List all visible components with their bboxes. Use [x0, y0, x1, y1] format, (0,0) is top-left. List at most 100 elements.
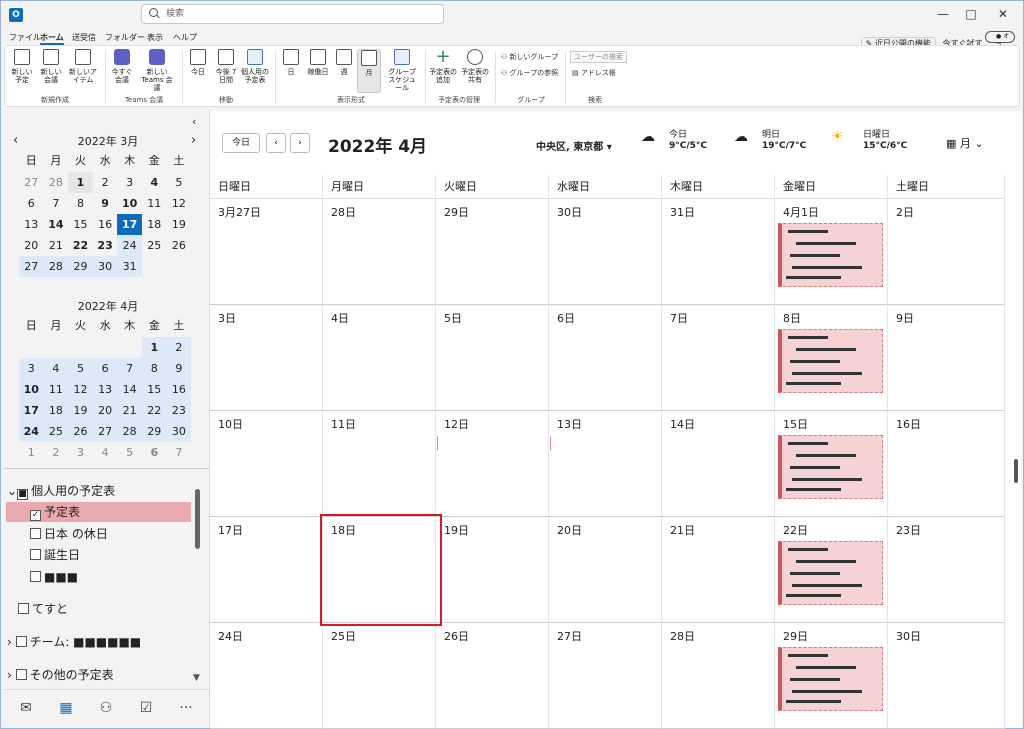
mini-cal-day[interactable]: 1: [141, 337, 167, 358]
weather-tomorrow[interactable]: ☁ 明日 19°C/7°C: [734, 130, 806, 152]
day-cell[interactable]: 25日: [323, 623, 436, 729]
day-cell[interactable]: 29日: [436, 199, 549, 305]
mini-cal-day[interactable]: 12: [167, 193, 192, 214]
day-cell[interactable]: 16日: [888, 411, 1005, 517]
menu-home[interactable]: ホーム: [40, 32, 64, 45]
day-cell[interactable]: 12日: [436, 411, 549, 517]
more-icon[interactable]: ···: [176, 700, 196, 718]
location-selector[interactable]: 中央区, 東京都 ▾: [536, 138, 612, 153]
mini-cal-day[interactable]: 30: [92, 256, 118, 277]
checkbox[interactable]: [18, 603, 29, 614]
mini-cal-day[interactable]: 11: [142, 193, 167, 214]
day-cell[interactable]: 2日: [888, 199, 1005, 305]
mini-cal-day[interactable]: 6: [19, 193, 44, 214]
mini-cal-day[interactable]: 4: [142, 172, 167, 193]
next-month-button[interactable]: ›: [290, 133, 310, 153]
mini-cal-day[interactable]: 27: [19, 172, 44, 193]
mini-cal-day[interactable]: 29: [68, 256, 93, 277]
mini-cal-day[interactable]: 16: [93, 214, 118, 235]
checkbox[interactable]: [30, 528, 41, 539]
close-button[interactable]: ✕: [989, 5, 1017, 23]
mail-icon[interactable]: ✉: [16, 700, 36, 718]
add-calendar-button[interactable]: + 予定表の追加: [427, 48, 459, 85]
mini-cal-day[interactable]: 26: [167, 235, 192, 256]
prev-month-button[interactable]: ‹: [266, 133, 286, 153]
mini-cal-day[interactable]: 1: [68, 172, 93, 193]
address-book-button[interactable]: ▤ アドレス帳: [572, 68, 616, 78]
mini-cal-day[interactable]: 2: [44, 442, 69, 463]
mini-cal-day[interactable]: 27: [19, 256, 44, 277]
calendar-item-holidays[interactable]: 日本 の休日: [30, 524, 108, 544]
mini-cal-day[interactable]: 16: [166, 379, 192, 400]
folder-group-team[interactable]: › チーム: ■■■■■■: [7, 632, 141, 652]
mini-cal-day[interactable]: 7: [167, 442, 192, 463]
personal-calendar-button[interactable]: 個人用の予定表: [239, 49, 271, 84]
new-teams-meeting-button[interactable]: 新しい Teams 会議: [139, 49, 175, 92]
day-cell[interactable]: 28日: [323, 199, 436, 305]
mini-cal-day[interactable]: 20: [19, 235, 44, 256]
minimize-button[interactable]: —: [929, 5, 957, 23]
mini-cal-day[interactable]: 30: [166, 421, 192, 442]
view-day-button[interactable]: 日: [281, 49, 301, 76]
day-cell[interactable]: 27日: [549, 623, 662, 729]
day-cell[interactable]: 31日: [662, 199, 775, 305]
mini-cal-day[interactable]: 28: [43, 256, 69, 277]
mini-cal-day[interactable]: 19: [167, 214, 192, 235]
mini-cal-day[interactable]: 2: [166, 337, 192, 358]
calendar-icon[interactable]: ▦: [56, 700, 76, 718]
mini-cal-day[interactable]: 31: [117, 256, 142, 277]
mini-cal-day[interactable]: 8: [68, 193, 93, 214]
today-button[interactable]: 今日: [222, 133, 260, 153]
day-cell[interactable]: 3月27日: [210, 199, 323, 305]
day-cell[interactable]: 11日: [323, 411, 436, 517]
day-cell[interactable]: 6日: [549, 305, 662, 411]
checkbox[interactable]: [15, 669, 27, 680]
calendar-item-test[interactable]: てすと: [18, 599, 68, 619]
folder-group-personal[interactable]: ⌄■ 個人用の予定表: [7, 481, 115, 501]
mini-cal-day[interactable]: 4: [93, 442, 118, 463]
day-cell[interactable]: 3日: [210, 305, 323, 411]
calendar-event[interactable]: [778, 647, 883, 711]
new-appointment-button[interactable]: 新しい予定: [10, 49, 34, 84]
mini-cal-day[interactable]: 28: [117, 421, 142, 442]
new-meeting-button[interactable]: 新しい会議: [38, 49, 64, 84]
day-cell[interactable]: 14日: [662, 411, 775, 517]
day-cell[interactable]: 19日: [436, 517, 549, 623]
mini-cal-day[interactable]: 17: [19, 400, 44, 421]
group-schedule-button[interactable]: グループ スケジュール: [385, 49, 419, 92]
calendar-event[interactable]: [778, 223, 883, 287]
day-cell[interactable]: 20日: [549, 517, 662, 623]
menu-file[interactable]: ファイル: [9, 32, 41, 43]
mini-cal-day[interactable]: 18: [142, 214, 167, 235]
maximize-button[interactable]: □: [957, 5, 985, 23]
checkbox-checked[interactable]: ✓: [30, 510, 41, 521]
weather-today[interactable]: ☁ 今日 9°C/5°C: [641, 130, 707, 152]
view-switcher[interactable]: ▦ 月 ⌄: [946, 135, 984, 151]
calendar-event[interactable]: [778, 541, 883, 605]
calendar-item-schedule[interactable]: ✓ 予定表: [6, 502, 191, 522]
mini-cal-day[interactable]: 27: [92, 421, 118, 442]
mini-cal-day[interactable]: 20: [92, 400, 118, 421]
mini-cal-day[interactable]: 23: [166, 400, 192, 421]
people-icon[interactable]: ⚇: [96, 700, 116, 718]
new-group-button[interactable]: ⚇ 新しいグループ: [501, 52, 558, 62]
mini-cal-day[interactable]: 4: [43, 358, 69, 379]
calendar-event[interactable]: [778, 435, 883, 499]
mini-cal-day[interactable]: 7: [117, 358, 142, 379]
search-box[interactable]: 検索: [141, 4, 444, 24]
calendar-item-birthdays[interactable]: 誕生日: [30, 545, 80, 565]
mini-cal-day[interactable]: 28: [44, 172, 69, 193]
prev-month-icon[interactable]: ‹: [13, 133, 18, 148]
day-cell[interactable]: 7日: [662, 305, 775, 411]
weather-sunday[interactable]: ☀ 日曜日 15°C/6°C: [831, 130, 907, 152]
mini-cal-day[interactable]: 21: [44, 235, 69, 256]
mini-cal-day[interactable]: 1: [19, 442, 44, 463]
try-now-toggle[interactable]: ● オフ: [985, 31, 1015, 50]
mini-cal-day[interactable]: 19: [68, 400, 93, 421]
day-cell[interactable]: 4日: [323, 305, 436, 411]
next-7-days-button[interactable]: 今後 7 日間: [213, 49, 239, 84]
mini-cal-day[interactable]: 9: [93, 193, 118, 214]
mini-cal-day[interactable]: 21: [117, 400, 142, 421]
menu-help[interactable]: ヘルプ: [173, 32, 197, 43]
day-cell[interactable]: 5日: [436, 305, 549, 411]
